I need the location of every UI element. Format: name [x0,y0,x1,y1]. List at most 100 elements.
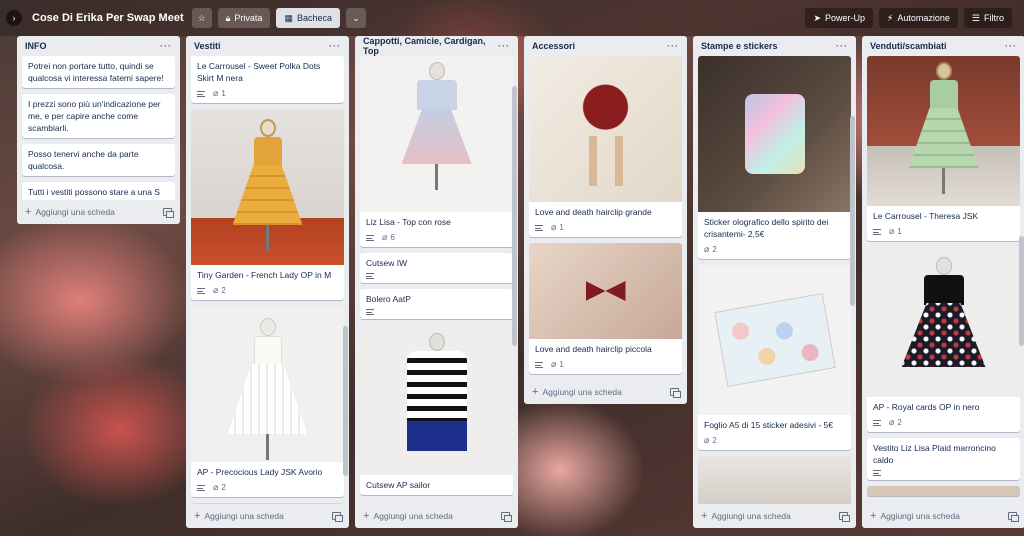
card[interactable] [191,503,344,504]
card[interactable]: Love and death hairclip piccola ⌀ 1 [529,243,682,374]
card-template-icon[interactable] [839,512,850,522]
card[interactable]: AP - Royal cards OP in nero ⌀ 2 [867,247,1020,432]
add-card-button[interactable]: + Aggiungi una scheda [701,510,791,522]
paperclip-icon: ⌀ [213,285,219,295]
list-header[interactable]: INFO ··· [17,36,180,56]
card-title: Tutti i vestiti possono stare a una S It… [28,187,160,200]
paperclip-icon: ⌀ [704,244,710,254]
card[interactable]: Liz Lisa - Top con rose ⌀ 6 [360,56,513,247]
add-card-button[interactable]: + Aggiungi una scheda [532,386,622,398]
list-header[interactable]: Accessori ··· [524,36,687,56]
star-button[interactable]: ☆ [191,8,212,28]
list-scrollbar[interactable] [1019,236,1024,346]
filter-button[interactable]: ☰ Filtro [963,8,1012,28]
card-template-icon[interactable] [1008,512,1019,522]
card-template-icon[interactable] [163,208,174,218]
list-header[interactable]: Stampe e stickers ··· [693,36,856,56]
sailor-top-figure [406,333,467,451]
list-footer: + Aggiungi una scheda [186,504,349,528]
card[interactable]: Le Carrousel - Sweet Polka Dots Skirt M … [191,56,344,103]
list-vestiti[interactable]: Vestiti ··· Le Carrousel - Sweet Polka D… [186,36,349,528]
holo-sticker-shape [744,94,805,174]
card[interactable]: Potrei non portare tutto, quindi se qual… [22,56,175,88]
board-view-icon: ▦ [284,12,293,23]
card-title: I prezzi sono più un'indicazione per me,… [28,99,161,133]
lightning-icon: ⚡︎ [887,12,894,23]
card[interactable]: Love and death hairclip grande ⌀ 1 [529,56,682,237]
card-template-icon[interactable] [332,512,343,522]
list-menu-icon[interactable]: ··· [1005,41,1017,51]
list-venduti[interactable]: Venduti/scambiati ··· Le Carrousel - The… [862,36,1024,528]
lock-icon: 🔒︎ [225,12,231,23]
list-stampe[interactable]: Stampe e stickers ··· Sticker olografico… [693,36,856,528]
card[interactable]: Tiny Garden - French Lady OP in M ⌀ 2 [191,109,344,300]
attachment-count: 2 [897,418,902,427]
card-template-icon[interactable] [670,388,681,398]
card-title: Liz Lisa - Top con rose [366,217,451,227]
list-info[interactable]: INFO ··· Potrei non portare tutto, quind… [17,36,180,224]
list-menu-icon[interactable]: ··· [836,41,848,51]
list-menu-icon[interactable]: ··· [329,41,341,51]
view-dropdown-button[interactable]: ⌄ [345,8,366,28]
paperclip-icon: ⌀ [213,88,219,98]
card[interactable]: Vestito Liz Lisa Plaid marroncino caldo [867,438,1020,480]
add-card-label: Aggiungi una scheda [204,511,284,521]
bow-shape [585,281,626,301]
dress-figure [901,257,986,367]
list-title[interactable]: Cappotti, Camicie, Cardigan, Top [363,36,498,56]
powerup-button[interactable]: ➤ Power-Up [805,8,874,28]
card[interactable]: Tutti i vestiti possono stare a una S It… [22,182,175,200]
list-header[interactable]: Vestiti ··· [186,36,349,56]
board-header: › Cose Di Erika Per Swap Meet ☆ 🔒︎ Priva… [0,0,1024,36]
description-icon [873,228,881,235]
visibility-button[interactable]: 🔒︎ Privata [217,8,271,28]
automation-button[interactable]: ⚡︎ Automazione [879,8,958,28]
card-template-icon[interactable] [501,512,512,522]
add-card-button[interactable]: + Aggiungi una scheda [25,206,115,218]
card[interactable]: Bolero AatP [360,289,513,319]
card[interactable]: Posso tenervi anche da parte qualcosa. [22,144,175,176]
board-title[interactable]: Cose Di Erika Per Swap Meet [32,12,184,24]
list-accessori[interactable]: Accessori ··· Love and death hairclip gr… [524,36,687,404]
card[interactable]: Cutsew AP sailor [360,325,513,495]
add-card-button[interactable]: + Aggiungi una scheda [870,510,960,522]
sticker-sheet-shape [713,293,836,387]
list-cards: Love and death hairclip grande ⌀ 1 Love a… [524,56,687,380]
card[interactable]: Foglio A5 di 15 sticker adesivi - 5€ ⌀ 2 [698,265,851,450]
sidebar-toggle-button[interactable]: › [6,10,22,26]
card[interactable]: Le Carrousel - Theresa JSK ⌀ 1 [867,56,1020,241]
list-title[interactable]: INFO [25,41,47,51]
list-scrollbar[interactable] [850,116,855,306]
paperclip-icon: ⌀ [213,482,219,492]
list-title[interactable]: Venduti/scambiati [870,41,947,51]
card[interactable]: Cutsew IW [360,253,513,283]
card[interactable] [698,456,851,504]
card-title: Posso tenervi anche da parte qualcosa. [28,149,139,171]
card[interactable]: AP - Precocious Lady JSK Avorio ⌀ 2 [191,306,344,497]
list-cards: Liz Lisa - Top con rose ⌀ 6 Cutsew IW Bol… [355,56,518,504]
card[interactable]: I prezzi sono più un'indicazione per me,… [22,94,175,138]
list-title[interactable]: Accessori [532,41,575,51]
card-title: Potrei non portare tutto, quindi se qual… [28,61,164,83]
list-cards: Le Carrousel - Theresa JSK ⌀ 1 AP - Royal… [862,56,1024,504]
card-title: AP - Royal cards OP in nero [873,402,980,412]
list-scrollbar[interactable] [512,86,517,346]
view-switcher-button[interactable]: ▦ Bacheca [276,8,340,28]
list-footer: + Aggiungi una scheda [862,504,1024,528]
add-card-button[interactable]: + Aggiungi una scheda [363,510,453,522]
list-menu-icon[interactable]: ··· [160,41,172,51]
list-scrollbar[interactable] [343,326,348,476]
list-menu-icon[interactable]: ··· [667,41,679,51]
card[interactable] [867,486,1020,496]
list-header[interactable]: Cappotti, Camicie, Cardigan, Top ··· [355,36,518,56]
list-title[interactable]: Stampe e stickers [701,41,778,51]
paperclip-icon: ⌀ [551,222,557,232]
list-cappotti[interactable]: Cappotti, Camicie, Cardigan, Top ··· Liz… [355,36,518,528]
card[interactable]: Sticker olografico dello spirito dei cri… [698,56,851,259]
list-title[interactable]: Vestiti [194,41,221,51]
card-title: Sticker olografico dello spirito dei cri… [704,217,829,239]
card-title: Love and death hairclip grande [535,207,652,217]
list-menu-icon[interactable]: ··· [498,41,510,51]
add-card-button[interactable]: + Aggiungi una scheda [194,510,284,522]
list-header[interactable]: Venduti/scambiati ··· [862,36,1024,56]
